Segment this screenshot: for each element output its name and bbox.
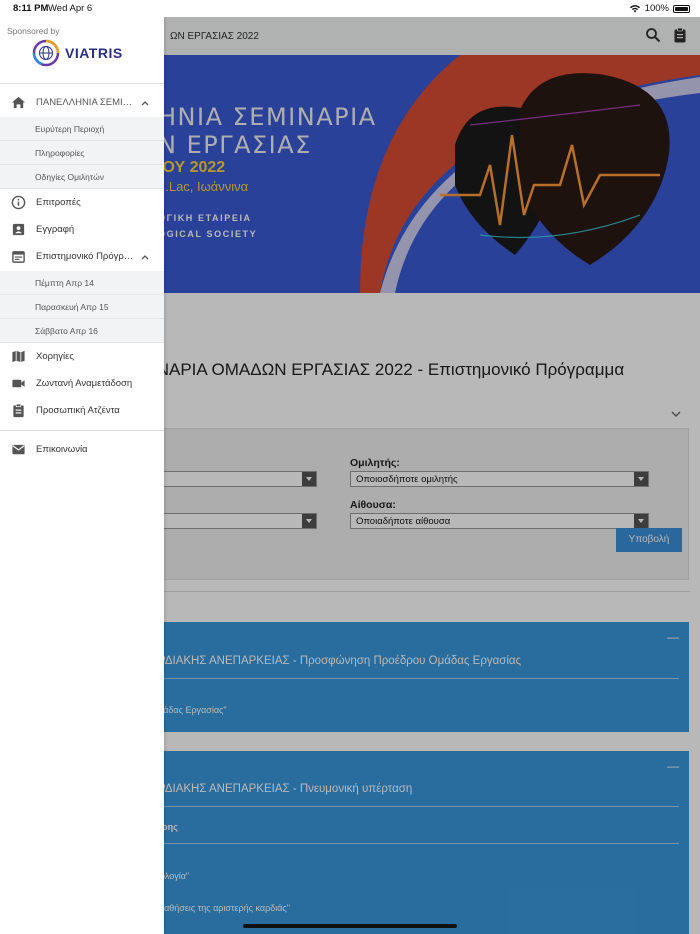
nav-drawer: Sponsored by VIATRIS ΠΑΝΕΛΛΗΝΙΑ ΣΕΜΙΝΑΡΙ… xyxy=(0,17,164,934)
home-icon xyxy=(11,96,26,109)
nav-subitem-label: Οδηγίες Ομιλητών xyxy=(35,172,104,182)
viatris-logo: VIATRIS xyxy=(32,39,123,67)
nav-item-label: Προσωπική Ατζέντα xyxy=(36,405,120,416)
nav-item-sponsors[interactable]: Χορηγίες xyxy=(0,343,164,370)
sponsor-label: Sponsored by xyxy=(7,26,60,36)
viatris-globe-icon xyxy=(32,39,60,67)
nav-item-home[interactable]: ΠΑΝΕΛΛΗΝΙΑ ΣΕΜΙΝΑΡΙΑ ΟΜΑΔΩΝ ΕΡΓΑΣΙΑΣ 202… xyxy=(0,89,164,116)
drawer-divider xyxy=(0,430,164,431)
status-time: 8:11 PM xyxy=(13,3,49,14)
nav-item-label: Επιστημονικό Πρόγραμμα xyxy=(36,251,136,262)
nav-item-committees[interactable]: Επιτροπές xyxy=(0,189,164,216)
nav-item-label: Χορηγίες xyxy=(36,351,74,362)
battery-icon xyxy=(673,4,690,13)
nav-subitem-thursday[interactable]: Πέμπτη Απρ 14 xyxy=(0,271,164,295)
nav-item-label: Επικοινωνία xyxy=(36,444,88,455)
drawer-divider xyxy=(0,83,164,84)
nav-subitem-friday[interactable]: Παρασκευή Απρ 15 xyxy=(0,295,164,319)
badge-icon xyxy=(12,223,25,236)
nav-subitem-label: Παρασκευή Απρ 15 xyxy=(35,302,109,312)
nav-subitem-label: Πέμπτη Απρ 14 xyxy=(35,278,94,288)
nav-subitem-saturday[interactable]: Σάββατο Απρ 16 xyxy=(0,319,164,343)
map-icon xyxy=(12,350,25,363)
nav-subitem-label: Πληροφορίες xyxy=(35,148,85,158)
nav-subitem-info[interactable]: Πληροφορίες xyxy=(0,141,164,165)
status-bar: 8:11 PM Wed Apr 6 100% xyxy=(0,0,700,17)
status-right: 100% xyxy=(629,3,690,14)
wifi-icon xyxy=(629,5,640,13)
chevron-up-icon xyxy=(141,254,149,259)
nav-subitem-speakers[interactable]: Οδηγίες Ομιλητών xyxy=(0,165,164,189)
status-date: Wed Apr 6 xyxy=(48,3,93,14)
nav-item-label: Εγγραφή xyxy=(36,224,75,235)
nav-item-live[interactable]: Ζωντανή Αναμετάδοση xyxy=(0,370,164,397)
chevron-up-icon xyxy=(141,100,149,105)
mail-icon xyxy=(12,444,25,455)
info-icon xyxy=(11,195,26,210)
nav-item-label: Ζωντανή Αναμετάδοση xyxy=(36,378,133,389)
nav-subitem-area[interactable]: Ευρύτερη Περιοχή xyxy=(0,117,164,141)
nav-item-program[interactable]: Επιστημονικό Πρόγραμμα xyxy=(0,243,164,270)
battery-percent: 100% xyxy=(644,3,669,14)
video-icon xyxy=(12,379,25,388)
nav-subitem-label: Σάββατο Απρ 16 xyxy=(35,326,98,336)
nav-item-agenda[interactable]: Προσωπική Ατζέντα xyxy=(0,397,164,424)
logo-text: VIATRIS xyxy=(65,45,123,61)
clipboard-icon xyxy=(13,403,24,418)
home-indicator xyxy=(243,924,457,928)
nav-item-label: ΠΑΝΕΛΛΗΝΙΑ ΣΕΜΙΝΑΡΙΑ ΟΜΑΔΩΝ ΕΡΓΑΣΙΑΣ 202… xyxy=(36,97,136,108)
nav-item-registration[interactable]: Εγγραφή xyxy=(0,216,164,243)
nav-subitem-label: Ευρύτερη Περιοχή xyxy=(35,124,105,134)
nav-item-label: Επιτροπές xyxy=(36,197,81,208)
calendar-icon xyxy=(12,251,25,263)
nav-item-contact[interactable]: Επικοινωνία xyxy=(0,436,164,463)
